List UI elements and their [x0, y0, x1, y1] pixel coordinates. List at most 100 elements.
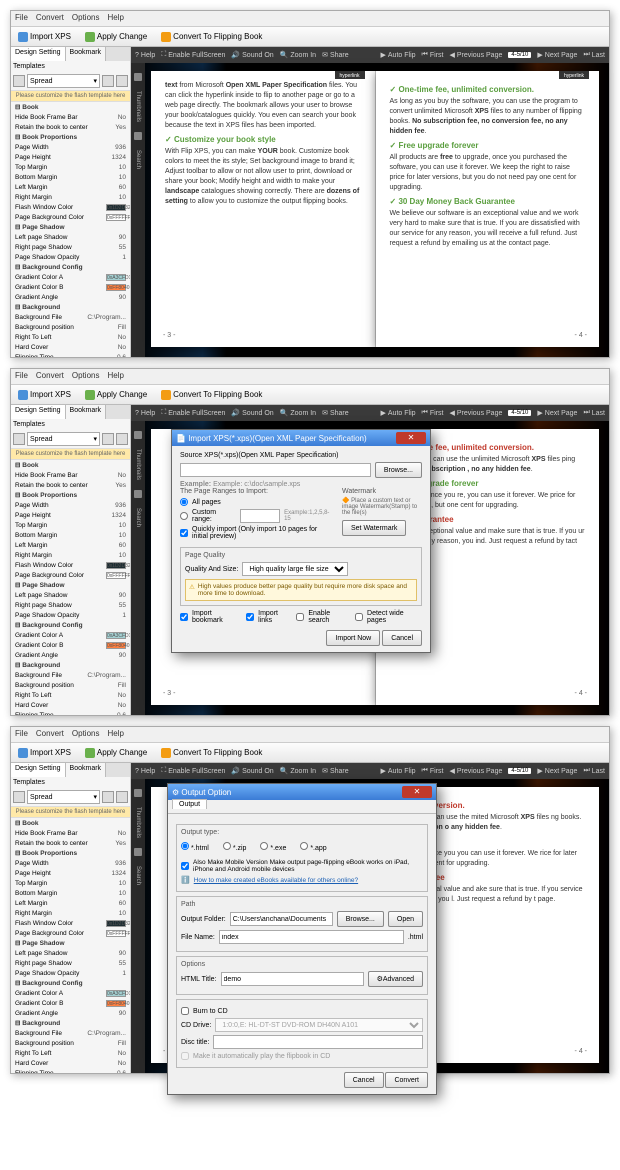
template-select[interactable]: Spread▾: [27, 432, 100, 446]
apply-change-button[interactable]: Apply Change: [80, 745, 152, 761]
detect-wide-checkbox[interactable]: [355, 613, 363, 621]
property-row[interactable]: Page Shadow Opacity1: [13, 253, 128, 263]
thumbnails-icon[interactable]: [134, 431, 142, 439]
zoom-button[interactable]: 🔍 Zoom In: [280, 51, 316, 59]
sound-button[interactable]: 🔊 Sound On: [231, 51, 273, 59]
property-row[interactable]: Left page Shadow90: [13, 591, 128, 601]
import-xps-button[interactable]: Import XPS: [13, 745, 76, 761]
property-row[interactable]: Gradient Angle90: [13, 651, 128, 661]
template-save-icon[interactable]: [116, 75, 128, 87]
search-label[interactable]: Search: [135, 866, 141, 885]
property-row[interactable]: Left Margin60: [13, 899, 128, 909]
property-row[interactable]: ⊟ Background: [13, 1019, 128, 1029]
apply-change-button[interactable]: Apply Change: [80, 387, 152, 403]
tab-bookmark[interactable]: Bookmark: [66, 47, 107, 61]
property-row[interactable]: Gradient Color A0xA3CFD1: [13, 989, 128, 999]
property-row[interactable]: Top Margin10: [13, 879, 128, 889]
property-row[interactable]: Right Margin10: [13, 551, 128, 561]
convert-button[interactable]: Convert To Flipping Book: [156, 745, 267, 761]
zoom-button[interactable]: 🔍 Zoom In: [280, 767, 316, 775]
search-label[interactable]: Search: [135, 150, 141, 169]
zip-radio[interactable]: [223, 842, 231, 850]
property-tree[interactable]: ⊟ Book Hide Book Frame BarNo Retain the …: [11, 460, 130, 715]
fullscreen-button[interactable]: ⛶ Enable FullScreen: [161, 51, 225, 59]
browse-button[interactable]: Browse...: [337, 911, 384, 927]
filename-input[interactable]: [219, 930, 404, 944]
property-row[interactable]: ⊟ Background: [13, 303, 128, 313]
property-row[interactable]: Right Margin10: [13, 909, 128, 919]
property-row[interactable]: ⊟ Book Proportions: [13, 849, 128, 859]
menu-file[interactable]: File: [15, 729, 28, 740]
property-row[interactable]: Page Height1324: [13, 153, 128, 163]
share-button[interactable]: ✉ Share: [322, 409, 349, 417]
enable-search-checkbox[interactable]: [296, 613, 304, 621]
property-row[interactable]: Gradient Color A0xA3CFD1: [13, 273, 128, 283]
property-row[interactable]: Page Height1324: [13, 869, 128, 879]
property-row[interactable]: Left Margin60: [13, 541, 128, 551]
sound-button[interactable]: 🔊 Sound On: [231, 409, 273, 417]
property-row[interactable]: ⊟ Book Proportions: [13, 133, 128, 143]
help-button[interactable]: ? Help: [135, 410, 155, 417]
property-row[interactable]: Retain the book to centerYes: [13, 481, 128, 491]
prev-page-button[interactable]: ◀ Previous Page: [449, 409, 502, 417]
search-icon[interactable]: [134, 132, 142, 140]
share-button[interactable]: ✉ Share: [322, 767, 349, 775]
fullscreen-button[interactable]: ⛶ Enable FullScreen: [161, 767, 225, 775]
thumbnails-icon[interactable]: [134, 789, 142, 797]
menu-options[interactable]: Options: [72, 371, 100, 382]
tab-design-setting[interactable]: Design Setting: [11, 763, 66, 777]
share-button[interactable]: ✉ Share: [322, 51, 349, 59]
property-row[interactable]: Page Width936: [13, 501, 128, 511]
property-row[interactable]: Right To LeftNo: [13, 333, 128, 343]
quality-select[interactable]: High quality large file size: [242, 562, 348, 576]
mobile-checkbox[interactable]: [181, 862, 189, 870]
property-row[interactable]: Gradient Color B0xFF8040: [13, 283, 128, 293]
property-row[interactable]: Top Margin10: [13, 163, 128, 173]
close-button[interactable]: ✕: [396, 432, 426, 444]
html-title-input[interactable]: [221, 972, 364, 986]
html-radio[interactable]: [181, 842, 189, 850]
burn-cd-checkbox[interactable]: [181, 1007, 189, 1015]
property-row[interactable]: Hide Book Frame BarNo: [13, 829, 128, 839]
last-page-button[interactable]: ⏭ Last: [583, 409, 605, 417]
property-row[interactable]: Right page Shadow55: [13, 959, 128, 969]
property-row[interactable]: ⊟ Background: [13, 661, 128, 671]
property-row[interactable]: ⊟ Page Shadow: [13, 939, 128, 949]
quick-import-checkbox[interactable]: [180, 529, 188, 537]
menu-convert[interactable]: Convert: [36, 371, 64, 382]
set-watermark-button[interactable]: Set Watermark: [342, 520, 406, 536]
property-row[interactable]: Hard CoverNo: [13, 701, 128, 711]
template-select[interactable]: Spread▾: [27, 790, 100, 804]
template-save-icon[interactable]: [116, 433, 128, 445]
property-row[interactable]: Left page Shadow90: [13, 233, 128, 243]
property-row[interactable]: Gradient Angle90: [13, 293, 128, 303]
property-row[interactable]: Page Shadow Opacity1: [13, 969, 128, 979]
sound-button[interactable]: 🔊 Sound On: [231, 767, 273, 775]
next-page-button[interactable]: ▶ Next Page: [537, 767, 577, 775]
search-icon[interactable]: [134, 848, 142, 856]
property-row[interactable]: Gradient Angle90: [13, 1009, 128, 1019]
advanced-button[interactable]: ⚙ Advanced: [368, 971, 423, 987]
template-browse-icon[interactable]: [102, 433, 114, 445]
property-row[interactable]: Left page Shadow90: [13, 949, 128, 959]
property-row[interactable]: Background positionFill: [13, 323, 128, 333]
cancel-button[interactable]: Cancel: [344, 1072, 384, 1088]
menu-options[interactable]: Options: [72, 13, 100, 24]
page-counter[interactable]: 4-5/10: [508, 52, 531, 58]
property-row[interactable]: Flash Window Color0x1D2D32: [13, 561, 128, 571]
menu-file[interactable]: File: [15, 13, 28, 24]
property-row[interactable]: Flash Window Color0x1D2D32: [13, 919, 128, 929]
property-row[interactable]: Page Background Color0xFFFFFF: [13, 213, 128, 223]
property-row[interactable]: Page Background Color0xFFFFFF: [13, 929, 128, 939]
property-row[interactable]: Background FileC:\Program...: [13, 1029, 128, 1039]
property-row[interactable]: Background FileC:\Program...: [13, 313, 128, 323]
import-now-button[interactable]: Import Now: [326, 630, 380, 646]
property-row[interactable]: ⊟ Background Config: [13, 621, 128, 631]
property-row[interactable]: Bottom Margin10: [13, 173, 128, 183]
property-row[interactable]: Gradient Color A0xA3CFD1: [13, 631, 128, 641]
first-page-button[interactable]: ⏮ First: [422, 767, 444, 775]
import-links-checkbox[interactable]: [246, 613, 254, 621]
template-browse-icon[interactable]: [102, 791, 114, 803]
menu-options[interactable]: Options: [72, 729, 100, 740]
convert-button[interactable]: Convert: [385, 1072, 428, 1088]
